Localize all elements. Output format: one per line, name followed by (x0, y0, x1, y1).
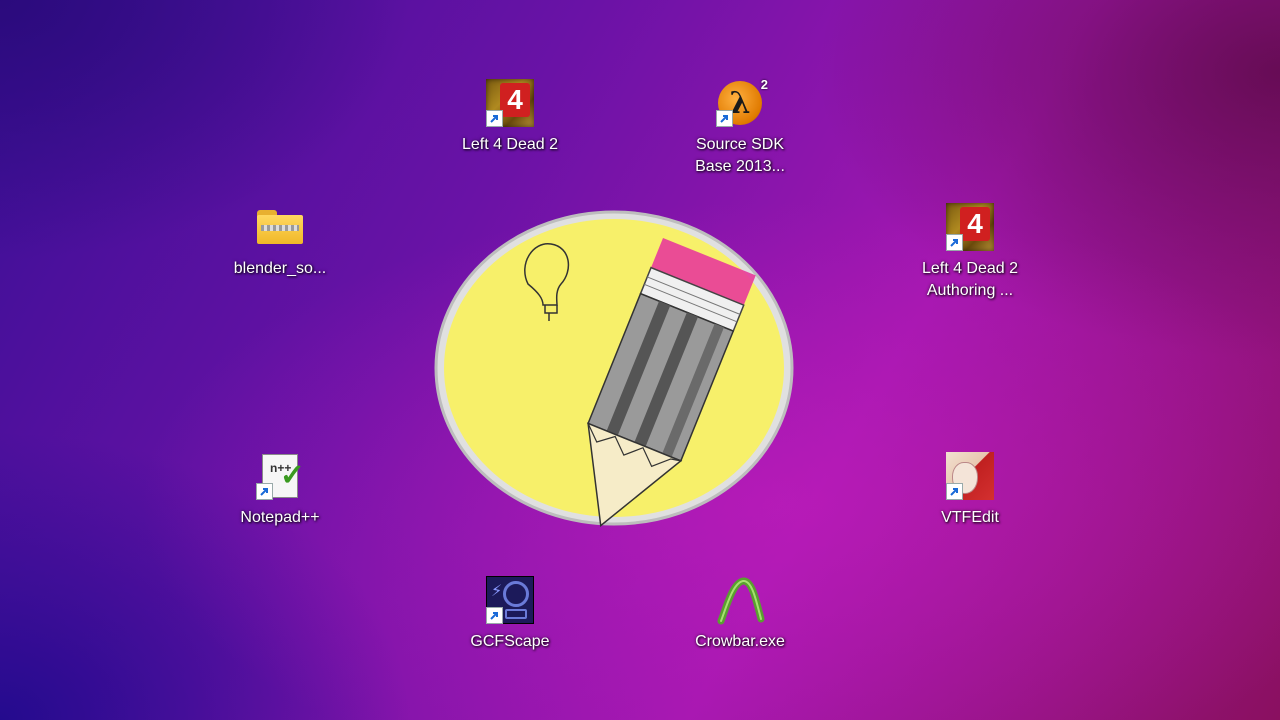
desktop[interactable]: 4 Left 4 Dead 2 λ2 Source SDK Base 2013.… (0, 0, 1280, 720)
desktop-icon-source-sdk[interactable]: λ2 Source SDK Base 2013... (685, 77, 795, 178)
desktop-icon-label: Left 4 Dead 2 Authoring ... (921, 260, 1019, 299)
desktop-icon-label: Left 4 Dead 2 (461, 136, 559, 153)
notepad-plus-plus-icon: n++ ✓ (255, 451, 305, 501)
desktop-icon-label: Crowbar.exe (695, 633, 785, 650)
desktop-icon-gcfscape[interactable]: ⚡ GCFScape (455, 575, 565, 653)
desktop-icon-left4dead2-authoring[interactable]: 4 Left 4 Dead 2 Authoring ... (915, 202, 1025, 302)
desktop-icon-crowbar[interactable]: Crowbar.exe (685, 575, 795, 653)
desktop-icon-label: VTFEdit (941, 509, 999, 526)
left4dead2-authoring-icon: 4 (945, 202, 995, 252)
desktop-icon-vtfedit[interactable]: VTFEdit (915, 451, 1025, 529)
crowbar-icon (715, 575, 765, 625)
zip-folder-icon (255, 202, 305, 252)
shortcut-arrow-icon (946, 483, 963, 500)
source-sdk-icon: λ2 (715, 77, 768, 128)
left4dead2-icon: 4 (485, 78, 535, 128)
pencil-logo (433, 209, 795, 528)
desktop-icon-blender-zip[interactable]: blender_so... (225, 202, 335, 280)
desktop-icon-notepad-plus-plus[interactable]: n++ ✓ Notepad++ (225, 451, 335, 529)
desktop-icon-label: GCFScape (470, 633, 550, 650)
vtfedit-icon (945, 451, 995, 501)
desktop-icon-label: blender_so... (233, 260, 327, 277)
shortcut-arrow-icon (716, 110, 733, 127)
desktop-icon-label: Notepad++ (240, 509, 320, 526)
shortcut-arrow-icon (486, 607, 503, 624)
gcfscape-icon: ⚡ (485, 575, 535, 625)
shortcut-arrow-icon (486, 110, 503, 127)
desktop-icon-left4dead2[interactable]: 4 Left 4 Dead 2 (455, 78, 565, 156)
shortcut-arrow-icon (256, 483, 273, 500)
shortcut-arrow-icon (946, 234, 963, 251)
desktop-icon-label: Source SDK Base 2013... (695, 136, 785, 175)
